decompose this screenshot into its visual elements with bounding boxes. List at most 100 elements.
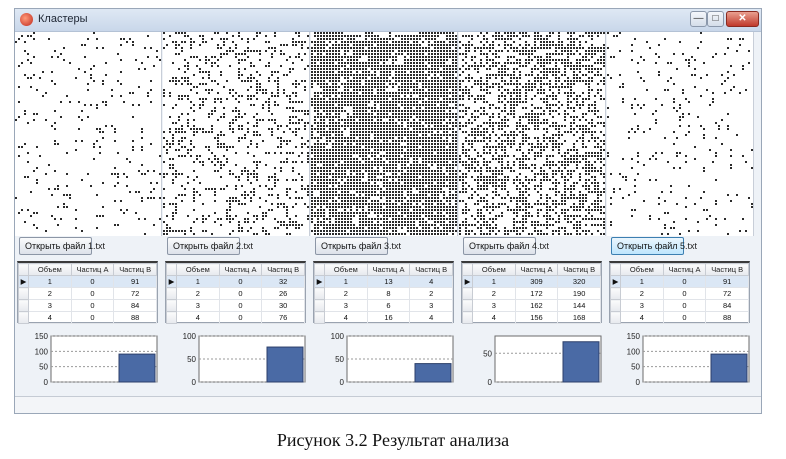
table-cell[interactable]: 1 (472, 275, 516, 288)
row-header[interactable]: ▶ (166, 275, 177, 288)
row-header[interactable] (18, 287, 29, 300)
results-table[interactable]: Объем Частиц А Частиц В ▶ 1 0 91 2 0 72 3 0 84 4 0 88 (17, 261, 158, 324)
table-row[interactable]: 2 172 190 (462, 287, 601, 300)
row-header[interactable] (610, 311, 621, 324)
table-cell[interactable]: 0 (218, 275, 263, 288)
column-header[interactable]: Объем (28, 263, 72, 276)
row-header[interactable] (610, 287, 621, 300)
open-file-button[interactable]: Открыть файл (315, 237, 388, 255)
column-header[interactable]: Объем (324, 263, 368, 276)
column-header[interactable]: Частиц В (409, 263, 453, 276)
table-cell[interactable]: 0 (70, 287, 115, 300)
table-cell[interactable]: 8 (366, 287, 411, 300)
table-cell[interactable]: 91 (113, 275, 157, 288)
table-cell[interactable]: 3 (324, 299, 368, 312)
table-cell[interactable]: 91 (705, 275, 749, 288)
table-cell[interactable]: 144 (557, 299, 601, 312)
row-header[interactable] (166, 299, 177, 312)
title-bar[interactable]: Кластеры — □ ✕ (15, 9, 761, 32)
table-row[interactable]: 2 0 72 (610, 287, 749, 300)
table-row[interactable]: ▶ 1 0 91 (610, 275, 749, 288)
table-row[interactable]: 3 0 84 (18, 299, 157, 312)
table-cell[interactable]: 13 (366, 275, 411, 288)
row-header[interactable]: ▶ (18, 275, 29, 288)
table-cell[interactable]: 2 (324, 287, 368, 300)
table-row[interactable]: 3 0 84 (610, 299, 749, 312)
column-header[interactable]: Частиц А (366, 263, 411, 276)
row-header[interactable] (166, 287, 177, 300)
open-file-button[interactable]: Открыть файл (167, 237, 240, 255)
table-cell[interactable]: 0 (662, 311, 707, 324)
table-row[interactable]: 2 0 72 (18, 287, 157, 300)
table-row[interactable]: 4 0 76 (166, 311, 305, 324)
table-cell[interactable]: 4 (176, 311, 220, 324)
table-cell[interactable]: 2 (472, 287, 516, 300)
row-header[interactable] (462, 299, 473, 312)
table-cell[interactable]: 32 (261, 275, 305, 288)
table-cell[interactable]: 72 (113, 287, 157, 300)
table-cell[interactable]: 3 (472, 299, 516, 312)
column-header[interactable]: Частиц В (557, 263, 601, 276)
table-row[interactable]: 3 0 30 (166, 299, 305, 312)
table-cell[interactable]: 84 (113, 299, 157, 312)
table-cell[interactable]: 0 (218, 311, 263, 324)
table-row[interactable]: ▶ 1 13 4 (314, 275, 453, 288)
table-cell[interactable]: 1 (28, 275, 72, 288)
table-cell[interactable]: 3 (620, 299, 664, 312)
table-cell[interactable]: 3 (409, 299, 453, 312)
open-file-button[interactable]: Открыть файл (463, 237, 536, 255)
row-header[interactable] (462, 311, 473, 324)
table-cell[interactable]: 0 (70, 275, 115, 288)
table-cell[interactable]: 168 (557, 311, 601, 324)
table-cell[interactable]: 1 (176, 275, 220, 288)
table-cell[interactable]: 172 (514, 287, 559, 300)
row-header[interactable] (166, 311, 177, 324)
table-row[interactable]: 4 16 4 (314, 311, 453, 324)
table-cell[interactable]: 0 (70, 299, 115, 312)
column-header[interactable]: Частиц В (113, 263, 157, 276)
table-row[interactable]: 363 (314, 299, 453, 312)
table-row[interactable]: 4 156 168 (462, 311, 601, 324)
table-cell[interactable]: 0 (218, 287, 263, 300)
table-row[interactable]: ▶ 1 0 91 (18, 275, 157, 288)
table-cell[interactable]: 320 (557, 275, 601, 288)
table-cell[interactable]: 72 (705, 287, 749, 300)
table-cell[interactable]: 0 (662, 275, 707, 288)
table-cell[interactable]: 2 (620, 287, 664, 300)
table-cell[interactable]: 4 (409, 311, 453, 324)
table-cell[interactable]: 88 (705, 311, 749, 324)
column-header[interactable]: Частиц В (705, 263, 749, 276)
row-header[interactable] (610, 299, 621, 312)
close-button[interactable]: ✕ (726, 11, 759, 27)
table-cell[interactable]: 1 (324, 275, 368, 288)
row-header[interactable]: ▶ (462, 275, 473, 288)
column-header[interactable]: Объем (176, 263, 220, 276)
table-cell[interactable]: 0 (662, 299, 707, 312)
row-header[interactable] (314, 311, 325, 324)
table-cell[interactable]: 30 (261, 299, 305, 312)
row-header[interactable] (18, 299, 29, 312)
maximize-button[interactable]: □ (707, 11, 724, 27)
results-table[interactable]: Объем Частиц А Частиц В ▶ 1 309 320 2 172 190 3 162… (461, 261, 602, 324)
table-cell[interactable]: 3 (176, 299, 220, 312)
table-cell[interactable]: 76 (261, 311, 305, 324)
table-cell[interactable]: 4 (324, 311, 368, 324)
table-cell[interactable]: 156 (514, 311, 559, 324)
column-header[interactable]: Частиц А (218, 263, 263, 276)
results-table[interactable]: Объем Частиц А Частиц В ▶ 1 0 91 2 0 72 3 0 84 4 0 88 (609, 261, 750, 324)
table-cell[interactable]: 0 (662, 287, 707, 300)
results-table[interactable]: Объем Частиц А Частиц В ▶ 1 13 4 2 8 2 3 6 3 4 16 4 (313, 261, 454, 324)
column-header[interactable]: Частиц А (70, 263, 115, 276)
table-cell[interactable]: 190 (557, 287, 601, 300)
column-header[interactable]: Частиц В (261, 263, 305, 276)
table-cell[interactable]: 309 (514, 275, 559, 288)
open-file-button[interactable]: Открыть файл (611, 237, 684, 255)
table-cell[interactable]: 4 (472, 311, 516, 324)
column-header[interactable]: Объем (620, 263, 664, 276)
table-cell[interactable]: 1 (620, 275, 664, 288)
row-header[interactable] (314, 287, 325, 300)
table-row[interactable]: 2 0 26 (166, 287, 305, 300)
table-row[interactable]: 4 0 88 (610, 311, 749, 324)
table-cell[interactable]: 6 (366, 299, 411, 312)
table-cell[interactable]: 3 (28, 299, 72, 312)
